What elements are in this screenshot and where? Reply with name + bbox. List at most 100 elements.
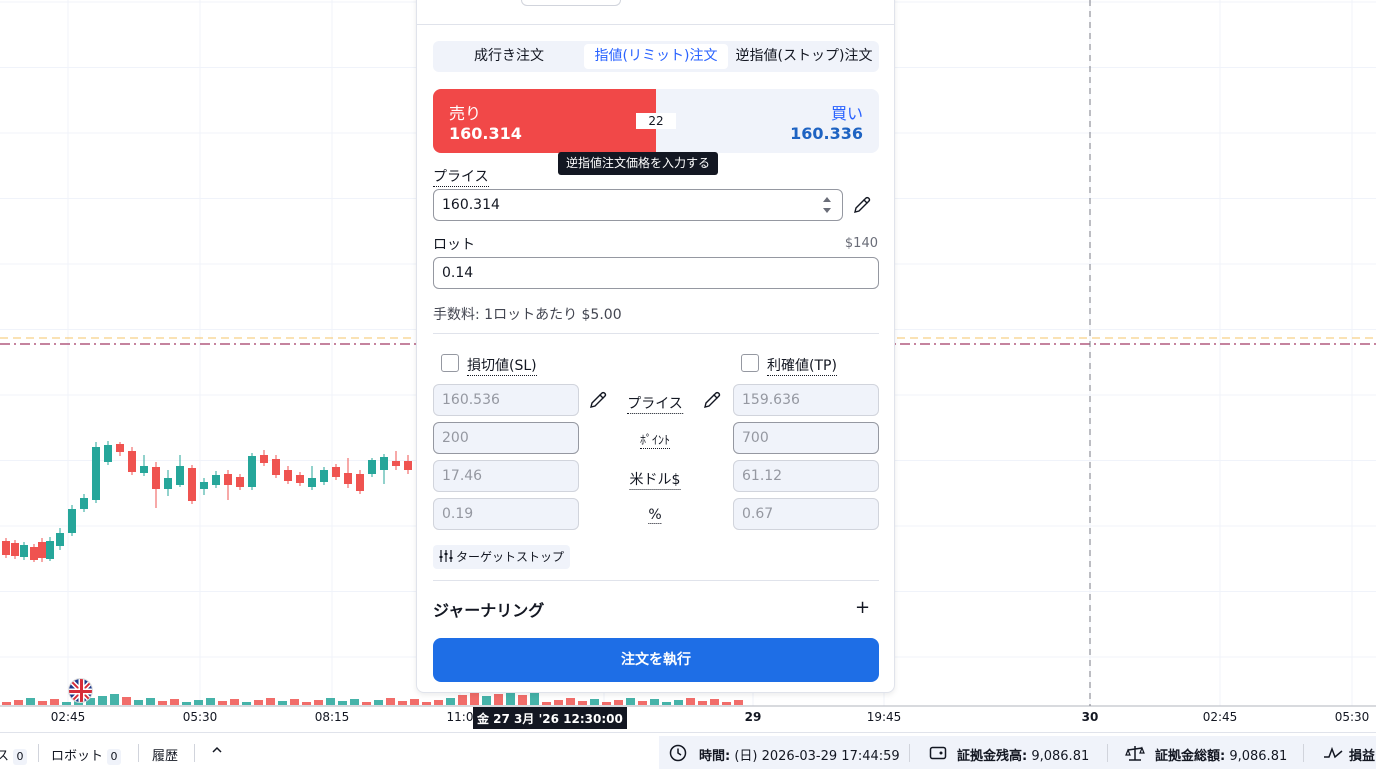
tp-percent-input[interactable]: 0.67: [733, 498, 879, 530]
candle-body: [368, 460, 376, 474]
volume-bar: [494, 694, 503, 705]
time-axis-label: 02:45: [1202, 710, 1238, 724]
tp-label: 利確値(TP): [767, 355, 837, 376]
candle-body: [296, 475, 304, 483]
panel-header-control[interactable]: [521, 0, 621, 6]
price-stepper[interactable]: [822, 194, 832, 216]
volume-bar: [614, 700, 623, 705]
fee-text: 手数料: 1ロットあたり $5.00: [433, 307, 622, 323]
volume-bar: [158, 701, 167, 705]
sell-button[interactable]: 売り 160.314: [433, 89, 656, 153]
price-input[interactable]: 160.314: [433, 189, 843, 221]
volume-bar: [302, 702, 311, 705]
tab-stop-order[interactable]: 逆指値(ストップ)注文: [731, 44, 877, 69]
volume-bar: [230, 699, 239, 705]
volume-bar: [398, 701, 407, 705]
spread-value: 22: [636, 113, 676, 129]
bottom-tab-robot[interactable]: ロボット 0: [51, 745, 122, 765]
sl-checkbox[interactable]: [441, 354, 459, 372]
sl-percent-input[interactable]: 0.19: [433, 498, 579, 530]
volume-bar: [26, 698, 35, 705]
volume-bar: [518, 695, 527, 705]
plus-icon[interactable]: +: [855, 597, 870, 618]
volume-bar: [194, 700, 203, 705]
trailing-stop-button[interactable]: ターゲットストップ: [433, 545, 571, 569]
candle-body: [2, 541, 10, 555]
row-label-usd: 米ドル$: [629, 469, 681, 490]
sl-price-input[interactable]: 160.536: [433, 384, 579, 416]
eyedropper-icon[interactable]: [702, 390, 722, 410]
sl-points-value: 200: [442, 430, 469, 446]
tp-checkbox[interactable]: [741, 354, 759, 372]
volume-bar: [278, 701, 287, 705]
volume-bar: [98, 696, 107, 705]
tp-points-input[interactable]: 700: [733, 422, 879, 454]
divider: [433, 333, 879, 334]
bottom-tab-count: 0: [107, 749, 122, 765]
candle-body: [68, 509, 76, 533]
time-status-value: (日) 2026-03-29 17:44:59: [734, 749, 900, 764]
tp-price-input[interactable]: 159.636: [733, 384, 879, 416]
bottom-tab-count: 0: [13, 749, 28, 765]
sl-price-value: 160.536: [442, 392, 500, 408]
bottom-tab-history[interactable]: 履歴: [152, 745, 178, 764]
tp-usd-input[interactable]: 61.12: [733, 460, 879, 492]
tp-price-value: 159.636: [742, 392, 800, 408]
balance-status-value: 9,086.81: [1031, 749, 1090, 764]
account-status-bar: 時間: (日) 2026-03-29 17:44:59 証拠金残高: 9,086…: [659, 736, 1376, 769]
volume-series: [2, 692, 743, 705]
divider: [433, 580, 879, 581]
bottom-tab-positions[interactable]: ス0: [0, 745, 28, 765]
crosshair-time-label: 金 27 3月 '26 12:30:00: [473, 707, 627, 729]
volume-bar: [422, 702, 431, 705]
time-axis-label: 08:15: [314, 710, 350, 724]
volume-bar: [566, 698, 575, 705]
candle-body: [116, 444, 124, 452]
uk-flag-icon[interactable]: [68, 678, 93, 703]
journaling-label: ジャーナリング: [433, 601, 545, 620]
price-label: プライス: [433, 166, 489, 187]
volume-bar: [110, 694, 119, 705]
execute-order-button[interactable]: 注文を執行: [433, 638, 879, 682]
volume-bar: [482, 696, 491, 705]
candle-body: [176, 466, 184, 485]
divider: [138, 744, 139, 762]
volume-bar: [266, 698, 275, 705]
tab-market-order[interactable]: 成行き注文: [435, 44, 583, 69]
volume-bar: [602, 702, 611, 705]
volume-bar: [698, 701, 707, 705]
candle-body: [152, 467, 160, 489]
chevron-up-icon[interactable]: [210, 743, 224, 761]
candle-body: [404, 461, 412, 470]
sl-usd-input[interactable]: 17.46: [433, 460, 579, 492]
volume-bar: [134, 700, 143, 705]
volume-bar: [590, 699, 599, 705]
eyedropper-icon[interactable]: [852, 195, 872, 215]
buy-button[interactable]: 買い 160.336: [656, 89, 879, 153]
volume-bar: [506, 692, 515, 705]
balance-status: 証拠金残高: 9,086.81: [957, 745, 1089, 764]
volume-bar: [446, 698, 455, 705]
clock-icon: [669, 744, 687, 766]
eyedropper-icon[interactable]: [588, 390, 608, 410]
tab-limit-order[interactable]: 指値(リミット)注文: [584, 44, 728, 69]
time-axis-label: 30: [1081, 710, 1099, 724]
volume-bar: [254, 700, 263, 705]
volume-bar: [290, 699, 299, 705]
volume-bar: [650, 699, 659, 705]
volume-bar: [722, 702, 731, 705]
candle-body: [344, 473, 352, 484]
candle-body: [38, 542, 46, 558]
candle-body: [92, 447, 100, 500]
sl-points-input[interactable]: 200: [433, 422, 579, 454]
candle-body: [11, 543, 19, 556]
lot-input[interactable]: 0.14: [433, 257, 879, 289]
sl-usd-value: 17.46: [442, 468, 483, 484]
candle-body: [320, 470, 328, 482]
lot-input-value: 0.14: [442, 265, 474, 281]
sl-percent-value: 0.19: [442, 506, 474, 522]
wallet-icon: [929, 744, 947, 766]
candle-body: [380, 457, 388, 470]
buy-price: 160.336: [790, 124, 863, 143]
row-label-percent: %: [648, 507, 662, 524]
